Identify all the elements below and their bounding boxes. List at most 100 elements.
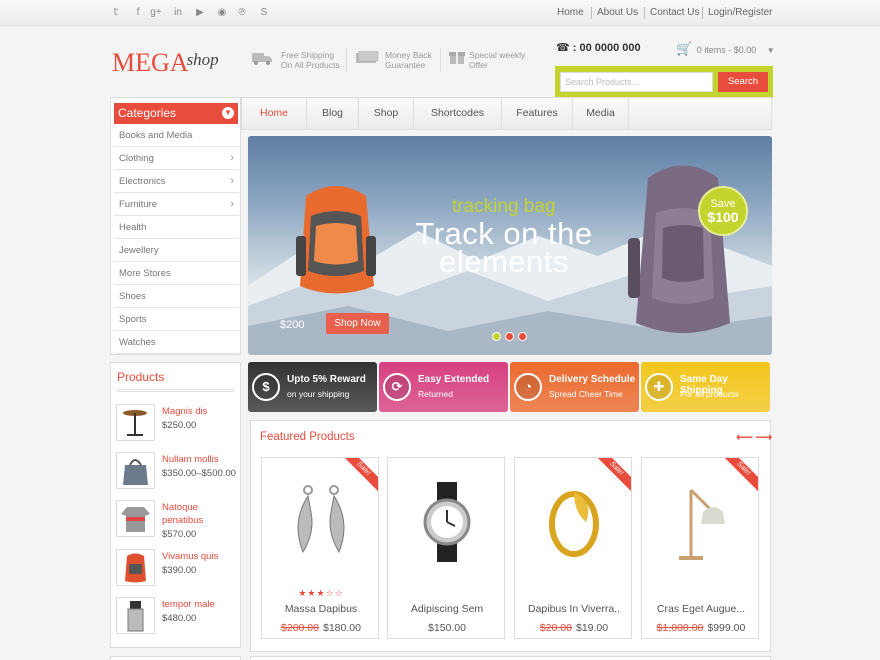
panel-edge xyxy=(110,656,241,660)
slider-dot[interactable] xyxy=(518,332,527,341)
cart-summary[interactable]: 🛒 0 items - $0.00 ▼ xyxy=(676,41,775,57)
category-item[interactable]: Jewellery xyxy=(114,239,239,262)
feature-money-back: Money Back Guarantee xyxy=(385,50,432,70)
category-item[interactable]: More Stores xyxy=(114,262,239,285)
product-image[interactable] xyxy=(281,482,361,562)
top-link-3[interactable]: Login/Register xyxy=(708,7,772,18)
money-icon xyxy=(355,50,379,65)
bag-icon[interactable] xyxy=(116,452,155,489)
category-label: Books and Media xyxy=(119,130,193,141)
category-item[interactable]: Furniture › xyxy=(114,193,239,216)
slider-dot[interactable] xyxy=(505,332,514,341)
tshirt-icon[interactable] xyxy=(116,500,155,537)
slider-dot[interactable] xyxy=(492,332,501,341)
search-input[interactable]: Search Products... xyxy=(560,72,713,92)
pinterest-icon[interactable]: ℗ xyxy=(236,7,248,19)
sidebar-product-name[interactable]: Magnis dis xyxy=(162,405,237,418)
category-label: Furniture xyxy=(119,199,158,210)
product-price: $200.00 $180.00 xyxy=(262,622,380,634)
sidebar-product-name[interactable]: Nullam mollis xyxy=(162,453,237,466)
cart-icon: 🛒 xyxy=(676,41,693,56)
bottle-icon[interactable] xyxy=(116,597,155,634)
star-rating: ★★★☆☆ xyxy=(298,588,344,598)
hero-price: $200 xyxy=(280,319,305,331)
category-item[interactable]: Books and Media xyxy=(114,124,239,147)
current-price: $999.00 xyxy=(707,622,746,634)
top-link-1[interactable]: About Us xyxy=(597,7,638,18)
nav-item-media[interactable]: Media xyxy=(573,97,629,130)
google-plus-icon[interactable]: g+ xyxy=(150,7,162,19)
skype-icon[interactable]: S xyxy=(258,7,270,19)
product-image[interactable] xyxy=(407,482,487,562)
category-label: Watches xyxy=(119,337,156,348)
hero-subtitle: tracking bag xyxy=(452,196,556,217)
refresh-icon: ⟳ xyxy=(383,373,411,401)
chevron-down-icon: ▼ xyxy=(222,107,234,119)
category-item[interactable]: Electronics › xyxy=(114,170,239,193)
shop-now-button[interactable]: Shop Now xyxy=(326,313,389,334)
category-label: Electronics xyxy=(119,176,166,187)
current-price: $180.00 xyxy=(323,622,361,634)
phone-icon: ☎ xyxy=(556,42,570,54)
promo-banner[interactable]: ⟳ Easy Extended Returned xyxy=(379,362,508,412)
promo-subtitle: Spread Cheer Time xyxy=(549,389,623,399)
product-name[interactable]: Massa Dapibus xyxy=(262,603,380,615)
promo-banner[interactable]: ✚ Same Day Shipping For all products xyxy=(641,362,770,412)
gift-icon xyxy=(449,49,465,65)
old-price: $1,000.00 xyxy=(656,622,704,634)
site-logo[interactable]: MEGAshop xyxy=(112,48,219,78)
sidebar-product-price: $390.00 xyxy=(162,565,197,576)
table-icon[interactable] xyxy=(116,404,155,441)
category-label: More Stores xyxy=(119,268,171,279)
sidebar-product-name[interactable]: Vivamus quis xyxy=(162,550,237,563)
twitter-icon[interactable]: 𝕥 xyxy=(110,7,122,19)
arrow-right-icon[interactable]: ⟶ xyxy=(755,430,772,444)
arrow-left-icon[interactable]: ⟵ xyxy=(736,430,753,444)
save-badge: Save $100 xyxy=(698,186,748,236)
logo-text: MEGA xyxy=(112,48,189,77)
current-price: $19.00 xyxy=(576,622,609,634)
sidebar-product-name[interactable]: tempor male xyxy=(162,598,237,611)
nav-item-blog[interactable]: Blog xyxy=(307,97,359,130)
category-item[interactable]: Watches xyxy=(114,331,239,354)
nav-item-features[interactable]: Features xyxy=(502,97,573,130)
product-image[interactable] xyxy=(534,482,614,562)
product-card[interactable]: Sale! Cras Eget Augue... $1,000.00 $999.00 xyxy=(641,457,759,639)
product-card[interactable]: Adipiscing Sem $150.00 xyxy=(387,457,505,639)
category-item[interactable]: Sports xyxy=(114,308,239,331)
sidebar-product-name[interactable]: Natoque penatibus xyxy=(162,501,237,527)
product-price: $150.00 xyxy=(388,622,506,634)
backpack-icon[interactable] xyxy=(116,549,155,586)
rss-icon[interactable]: ◉ xyxy=(216,7,228,19)
featured-title: Featured Products xyxy=(260,431,355,443)
product-name[interactable]: Cras Eget Augue... xyxy=(642,603,760,615)
hero-title: Track on the elements xyxy=(415,216,593,279)
chevron-down-icon: ▼ xyxy=(766,46,775,55)
product-card[interactable]: Sale! Dapibus In Viverra.. $20.00 $19.00 xyxy=(514,457,632,639)
nav-item-home[interactable]: Home xyxy=(242,97,307,130)
nav-item-shop[interactable]: Shop xyxy=(359,97,414,130)
search-button[interactable]: Search xyxy=(718,72,768,92)
linkedin-icon[interactable]: in xyxy=(172,7,184,19)
product-card[interactable]: Sale! ★★★☆☆ Massa Dapibus $200.00 $180.00 xyxy=(261,457,379,639)
promo-banner[interactable]: ◔ Delivery Schedule Spread Cheer Time xyxy=(510,362,639,412)
youtube-icon[interactable]: ▶ xyxy=(194,7,206,19)
categories-header[interactable]: Categories ▼ xyxy=(114,103,238,124)
top-link-0[interactable]: Home xyxy=(557,7,584,18)
product-image[interactable] xyxy=(661,482,741,562)
product-price: $1,000.00 $999.00 xyxy=(642,622,760,634)
promo-title: Easy Extended xyxy=(418,374,490,385)
promo-banner[interactable]: $ Upto 5% Reward on your shipping xyxy=(248,362,377,412)
category-item[interactable]: Clothing › xyxy=(114,147,239,170)
products-title: Products xyxy=(117,370,165,384)
product-name[interactable]: Adipiscing Sem xyxy=(388,603,506,615)
nav-item-shortcodes[interactable]: Shortcodes xyxy=(414,97,502,130)
category-item[interactable]: Health xyxy=(114,216,239,239)
old-price: $20.00 xyxy=(539,622,572,634)
category-label: Health xyxy=(119,222,147,233)
product-name[interactable]: Dapibus In Viverra.. xyxy=(515,603,633,615)
category-item[interactable]: Shoes xyxy=(114,285,239,308)
facebook-icon[interactable]: f xyxy=(132,7,144,19)
top-link-2[interactable]: Contact Us xyxy=(650,7,699,18)
link-separator xyxy=(702,7,703,19)
